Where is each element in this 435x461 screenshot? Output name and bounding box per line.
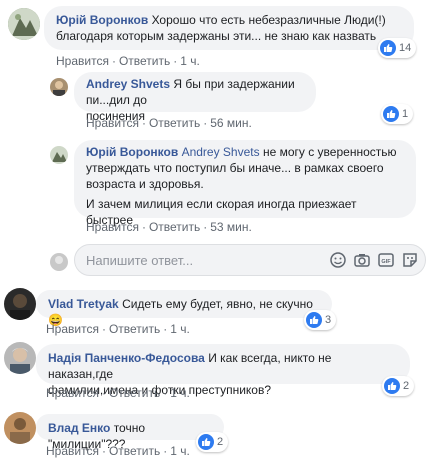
reply-link[interactable]: Ответить	[149, 116, 200, 130]
like-link[interactable]: Нравится	[46, 322, 99, 336]
comment-text: не могу с уверенностью	[262, 145, 397, 159]
timestamp[interactable]: 53 мин.	[210, 220, 252, 234]
like-link[interactable]: Нравится	[46, 444, 99, 458]
avatar[interactable]	[50, 146, 68, 164]
comment-author[interactable]: Andrey Shvets	[86, 77, 170, 91]
reaction-count-text: 3	[325, 314, 332, 326]
reaction-count-text: 1	[402, 108, 409, 120]
avatar[interactable]	[8, 8, 40, 40]
svg-text:GIF: GIF	[381, 259, 391, 265]
avatar-photo-icon	[4, 412, 36, 444]
reaction-count[interactable]: 14	[378, 38, 417, 58]
timestamp[interactable]: 1 ч.	[170, 386, 190, 400]
avatar[interactable]	[4, 288, 36, 320]
comment-actions: Нравится · Ответить · 53 мин.	[86, 220, 252, 234]
reply-link[interactable]: Ответить	[109, 322, 160, 336]
comment-author[interactable]: Юрій Воронков	[86, 145, 178, 159]
comment-bubble: Надія Панченко-Федосова И как всегда, ни…	[36, 344, 410, 397]
comment-text: Сидеть ему будет, явно, не скучно	[122, 297, 313, 311]
avatar-photo-icon	[4, 342, 36, 374]
avatar-photo-icon	[50, 146, 68, 164]
comment-actions: Нравится · Ответить · 1 ч.	[46, 322, 190, 336]
like-link[interactable]: Нравится	[86, 116, 139, 130]
gif-icon[interactable]: GIF	[377, 251, 395, 269]
reaction-count[interactable]: 3	[304, 310, 337, 330]
comment-author[interactable]: Юрій Воронков	[56, 13, 148, 27]
avatar-photo-icon	[8, 8, 40, 40]
like-icon	[383, 106, 399, 122]
comment-actions: Нравится · Ответить · 1 ч.	[46, 386, 190, 400]
comment-bubble: Юрій Воронков Хорошо что есть небезразли…	[44, 6, 414, 50]
timestamp[interactable]: 1 ч.	[170, 322, 190, 336]
emoji-icon[interactable]	[329, 251, 347, 269]
comment-actions: Нравится · Ответить · 1 ч.	[56, 54, 200, 68]
avatar-photo-icon	[50, 253, 68, 271]
mention-link[interactable]: Andrey Shvets	[182, 145, 260, 159]
timestamp[interactable]: 56 мин.	[210, 116, 252, 130]
reaction-count[interactable]: 1	[381, 104, 414, 124]
like-icon	[198, 434, 214, 450]
avatar[interactable]	[4, 342, 36, 374]
reply-link[interactable]: Ответить	[109, 444, 160, 458]
comment-text: утверждать что поступил бы иначе... в ра…	[86, 161, 384, 175]
comment-text: Хорошо что есть небезразличные Люди(!)	[151, 13, 386, 27]
like-icon	[306, 312, 322, 328]
like-link[interactable]: Нравится	[56, 54, 109, 68]
avatar[interactable]	[50, 78, 68, 96]
comment-text: возраста и здоровья.	[86, 177, 204, 191]
comment-text: благодаря которым задержаны эти... не зн…	[56, 29, 377, 43]
avatar[interactable]	[4, 412, 36, 444]
reaction-count-text: 2	[403, 380, 410, 392]
camera-icon[interactable]	[353, 251, 371, 269]
comment-actions: Нравится · Ответить · 56 мин.	[86, 116, 252, 130]
comment-bubble: Юрій Воронков Andrey Shvets не могу с ув…	[74, 140, 416, 227]
like-link[interactable]: Нравится	[46, 386, 99, 400]
timestamp[interactable]: 1 ч.	[180, 54, 200, 68]
timestamp[interactable]: 1 ч.	[170, 444, 190, 458]
avatar	[50, 253, 68, 271]
comment-actions: Нравится · Ответить · 1 ч.	[46, 444, 190, 458]
sticker-icon[interactable]	[401, 251, 419, 269]
like-icon	[380, 40, 396, 56]
reaction-count[interactable]: 2	[382, 376, 415, 396]
like-link[interactable]: Нравится	[86, 220, 139, 234]
reply-link[interactable]: Ответить	[109, 386, 160, 400]
reply-link[interactable]: Ответить	[149, 220, 200, 234]
reaction-count-text: 14	[399, 42, 412, 54]
avatar-photo-icon	[4, 288, 36, 320]
reply-link[interactable]: Ответить	[119, 54, 170, 68]
comment-author[interactable]: Vlad Tretyak	[48, 297, 119, 311]
comment-bubble: Влад Енко точно "милиции"???	[36, 414, 224, 451]
comment-author[interactable]: Надія Панченко-Федосова	[48, 351, 205, 365]
reaction-count[interactable]: 2	[196, 432, 229, 452]
comment-author[interactable]: Влад Енко	[48, 421, 110, 435]
reply-placeholder: Напишите ответ...	[86, 253, 194, 268]
avatar-photo-icon	[50, 78, 68, 96]
comment-bubble: Vlad Tretyak Сидеть ему будет, явно, не …	[36, 290, 332, 327]
like-icon	[384, 378, 400, 394]
reaction-count-text: 2	[217, 436, 224, 448]
comment-bubble: Andrey Shvets Я бы при задержании пи...д…	[74, 72, 316, 123]
